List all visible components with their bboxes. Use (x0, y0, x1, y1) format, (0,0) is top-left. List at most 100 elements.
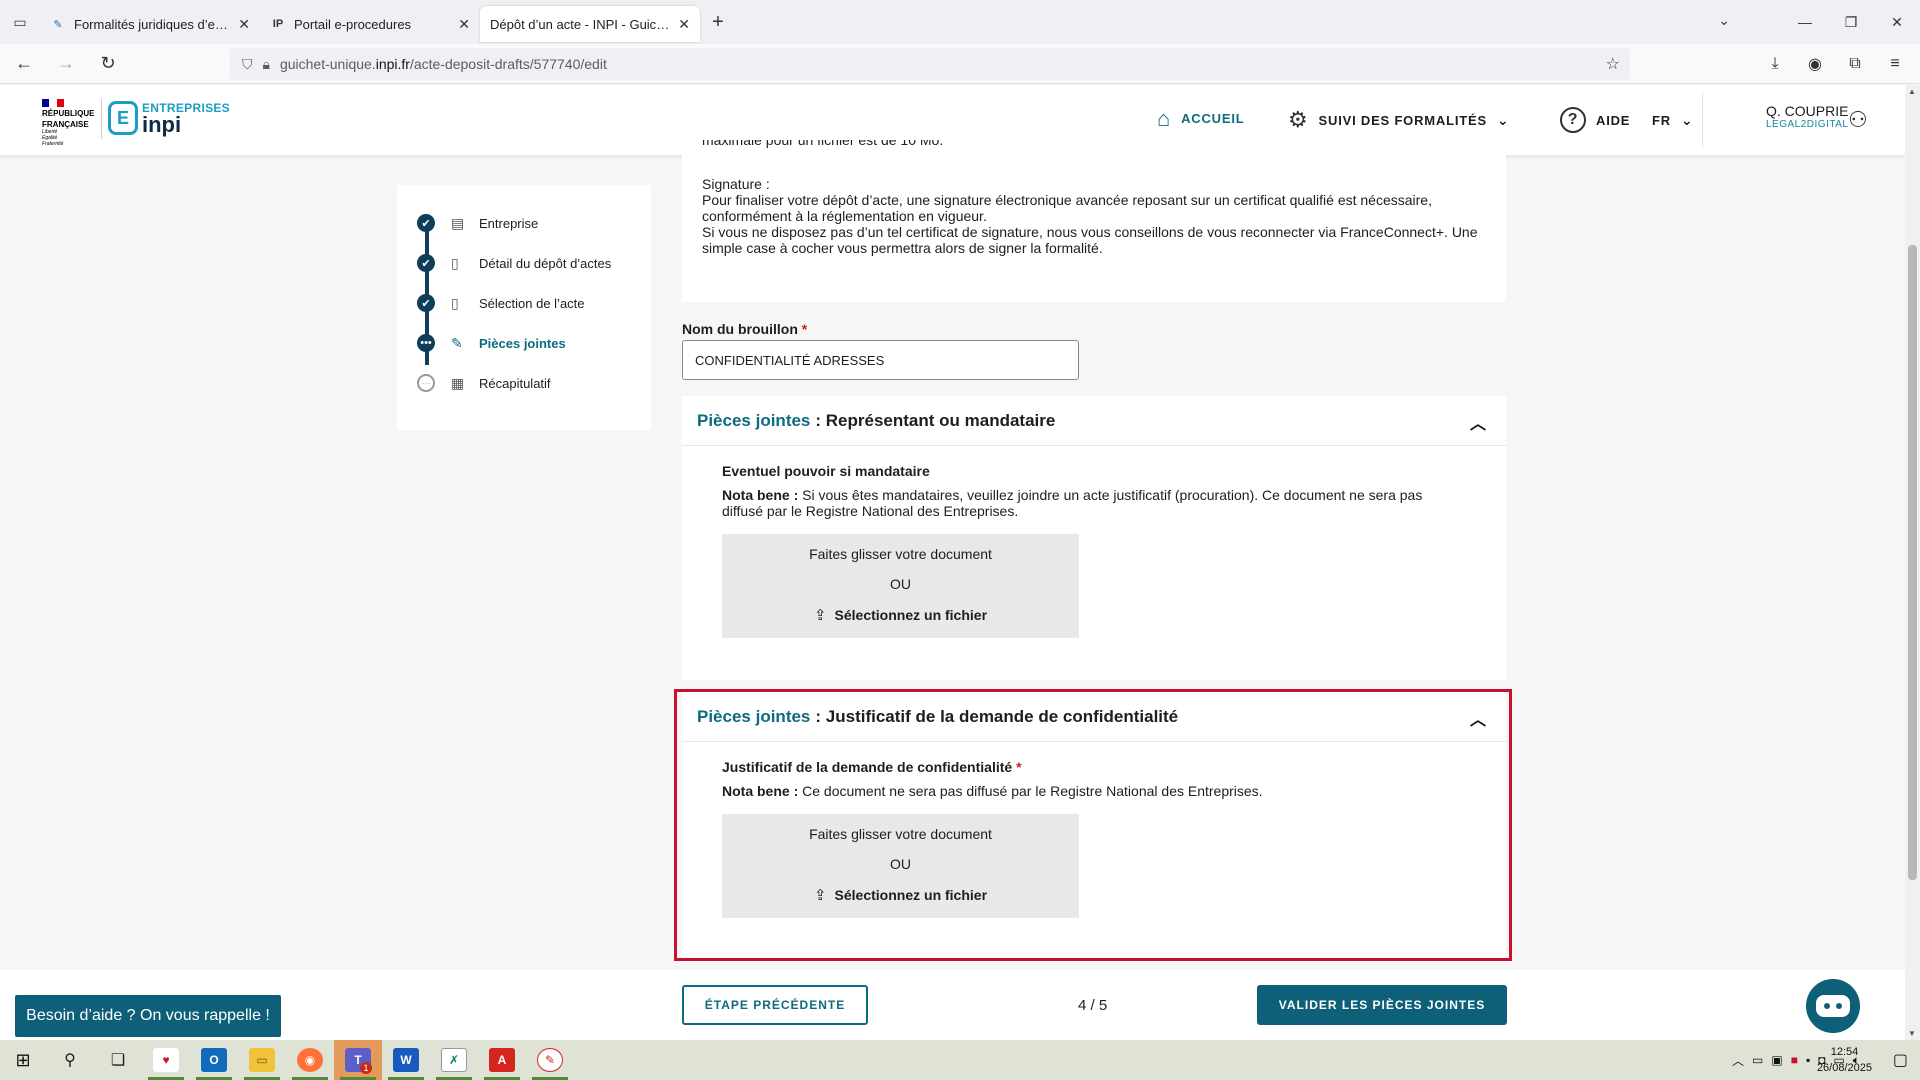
info-cut-line: maximale pour un fichier est de 10 Mo. (702, 140, 944, 148)
tab-title: Portail e-procedures (294, 16, 412, 32)
ellipsis-icon: ••• (417, 334, 435, 352)
restore-icon[interactable]: ❐ (1828, 14, 1874, 31)
document-icon: ▯ (451, 294, 459, 311)
task-view-icon[interactable]: ❏ (94, 1040, 142, 1080)
account-icon[interactable]: ◉ (1800, 48, 1830, 80)
bookmark-star-icon[interactable]: ☆ (1606, 54, 1620, 74)
search-icon[interactable]: ⚲ (46, 1040, 94, 1080)
brand-bottom: inpi (142, 111, 182, 137)
extensions-icon[interactable]: ⧉ (1840, 48, 1870, 80)
tray-app-dark-icon[interactable]: ▪ (1806, 1053, 1810, 1067)
browser-tab-portail[interactable]: IP Portail e-procedures ✕ (260, 6, 480, 42)
language-select[interactable]: FR ⌄ (1652, 85, 1693, 155)
language-label: FR (1652, 112, 1671, 128)
question-circle-icon: ? (1560, 107, 1586, 133)
step-navigator: ✔ ▤ Entreprise ✔ ▯ Détail du dépôt d’act… (397, 185, 651, 430)
clock-time: 12:54 (1830, 1046, 1859, 1058)
upload-icon: ⇪ (813, 607, 827, 624)
minimize-icon[interactable]: — (1782, 14, 1828, 30)
new-tab-button[interactable]: + (700, 4, 736, 40)
tab-overflow-chevron-icon[interactable]: ⌄ (1718, 12, 1730, 29)
chevron-down-icon: ⌄ (1496, 111, 1510, 128)
previous-step-button[interactable]: ÉTAPE PRÉCÉDENTE (682, 985, 868, 1025)
attachments-panel-representant: Pièces jointes : Représentant ou mandata… (682, 396, 1506, 680)
draft-name-input[interactable] (682, 340, 1079, 380)
scrollbar-thumb[interactable] (1908, 245, 1917, 880)
step-recapitulatif[interactable]: ··· ▦ Récapitulatif (417, 371, 551, 395)
step-label: Détail du dépôt d’actes (479, 255, 612, 271)
tray-app-red-icon[interactable]: ■ (1791, 1053, 1798, 1067)
windows-taskbar: ⊞ ⚲ ❏ ♥ O ▭ ◉ T1 W ✗ A ✎ ︿ ▭ ▣ ■ ▪ ◘ ▭ 🔈… (0, 1040, 1920, 1080)
check-icon: ✔ (417, 254, 435, 272)
excel-like-icon[interactable]: ✗ (430, 1040, 478, 1080)
callback-help-button[interactable]: Besoin d’aide ? On vous rappelle ! (15, 995, 281, 1037)
french-flag-icon (42, 99, 64, 107)
menu-hamburger-icon[interactable]: ≡ (1880, 48, 1910, 80)
paperclip-icon: ✎ (451, 334, 463, 351)
step-detail-depot[interactable]: ✔ ▯ Détail du dépôt d’actes (417, 251, 611, 275)
nav-aide[interactable]: ? AIDE (1560, 85, 1630, 155)
panel-header[interactable]: Pièces jointes : Représentant ou mandata… (682, 396, 1506, 446)
pen-favicon-icon: ✎ (53, 18, 63, 31)
signature-paragraph-2: Si vous ne disposez pas d’un tel certifi… (702, 224, 1478, 256)
step-entreprise[interactable]: ✔ ▤ Entreprise (417, 211, 538, 235)
chatbot-robot-icon[interactable] (1806, 979, 1860, 1033)
browser-tab-depot[interactable]: Dépôt d’un acte - INPI - Guichet un ✕ (480, 6, 700, 42)
nav-suivi-label: SUIVI DES FORMALITÉS (1318, 112, 1487, 128)
close-tab-icon[interactable]: ✕ (678, 16, 690, 33)
highlight-frame (674, 689, 1512, 961)
header-divider (1702, 93, 1703, 147)
notification-center-icon[interactable]: ▢ (1893, 1050, 1908, 1070)
close-tab-icon[interactable]: ✕ (458, 16, 470, 33)
scroll-up-icon[interactable]: ▲ (1908, 87, 1916, 96)
reload-icon[interactable]: ↻ (90, 48, 126, 80)
inpi-favicon-icon: IP (272, 18, 284, 30)
download-icon[interactable]: ⤓ (1760, 48, 1790, 80)
check-icon: ✔ (417, 214, 435, 232)
validate-attachments-button[interactable]: VALIDER LES PIÈCES JOINTES (1257, 985, 1507, 1025)
rf-motto3: Fraternité (42, 141, 64, 147)
teams-icon[interactable]: T1 (334, 1040, 382, 1080)
user-account[interactable]: Q. COUPRIE LEGAL2DIGITAL (1766, 103, 1848, 130)
outlook-icon[interactable]: O (190, 1040, 238, 1080)
acrobat-icon[interactable]: A (478, 1040, 526, 1080)
address-bar[interactable]: ⛉ 🔒︎ guichet-unique.inpi.fr/acte-deposit… (230, 48, 1630, 80)
windows-start-icon[interactable]: ⊞ (0, 1040, 46, 1080)
close-tab-icon[interactable]: ✕ (238, 16, 250, 33)
select-file-button[interactable]: ⇪ Sélectionnez un fichier (722, 606, 1079, 624)
window-controls: — ❐ ✕ (1782, 0, 1920, 44)
file-explorer-icon[interactable]: ▭ (238, 1040, 286, 1080)
user-icon[interactable]: ⚇ (1848, 107, 1868, 133)
toolbar-right: ⤓ ◉ ⧉ ≡ (1760, 48, 1910, 80)
signature-info-box: maximale pour un fichier est de 10 Mo. S… (682, 140, 1506, 302)
scroll-down-icon[interactable]: ▼ (1908, 1029, 1916, 1038)
lock-icon[interactable]: 🔒︎ (263, 56, 270, 73)
chevron-up-icon[interactable]: ︿ (1470, 410, 1486, 434)
taskbar-clock[interactable]: 12:54 26/08/2025 (1817, 1044, 1872, 1076)
word-icon[interactable]: W (382, 1040, 430, 1080)
back-icon[interactable]: ← (6, 48, 42, 80)
tray-display-icon[interactable]: ▭ (1752, 1053, 1763, 1067)
close-window-icon[interactable]: ✕ (1874, 14, 1920, 31)
step-selection-acte[interactable]: ✔ ▯ Sélection de l’acte (417, 291, 585, 315)
firefox-icon[interactable]: ◉ (286, 1040, 334, 1080)
step-pieces-jointes[interactable]: ••• ✎ Pièces jointes (417, 331, 566, 355)
tray-chevron-up-icon[interactable]: ︿ (1732, 1052, 1744, 1069)
rf-line1: RÉPUBLIQUE (42, 109, 95, 118)
nav-aide-label: AIDE (1596, 112, 1631, 128)
teams-badge: 1 (360, 1062, 372, 1074)
shield-icon[interactable]: ⛉ (242, 56, 253, 73)
field-title: Eventuel pouvoir si mandataire (722, 463, 930, 479)
forward-icon[interactable]: → (48, 48, 84, 80)
taskbar-app-pen[interactable]: ✎ (526, 1040, 574, 1080)
browser-tab-formalites[interactable]: ✎ Formalités juridiques d’entrepri ✕ (40, 6, 260, 42)
user-name: Q. COUPRIE (1766, 103, 1849, 119)
tab-title: Formalités juridiques d’entrepri (74, 16, 231, 32)
taskbar-app-red[interactable]: ♥ (142, 1040, 190, 1080)
tab-list-icon[interactable]: ▭ (0, 0, 40, 44)
step-label: Pièces jointes (479, 335, 566, 351)
inpi-entreprises-logo[interactable]: E ENTREPRISES inpi (108, 101, 230, 135)
page-scrollbar[interactable]: ▲ ▼ (1905, 85, 1920, 1040)
file-dropzone[interactable]: Faites glisser votre document OU ⇪ Sélec… (722, 534, 1079, 638)
tray-network-icon[interactable]: ▣ (1771, 1053, 1782, 1067)
